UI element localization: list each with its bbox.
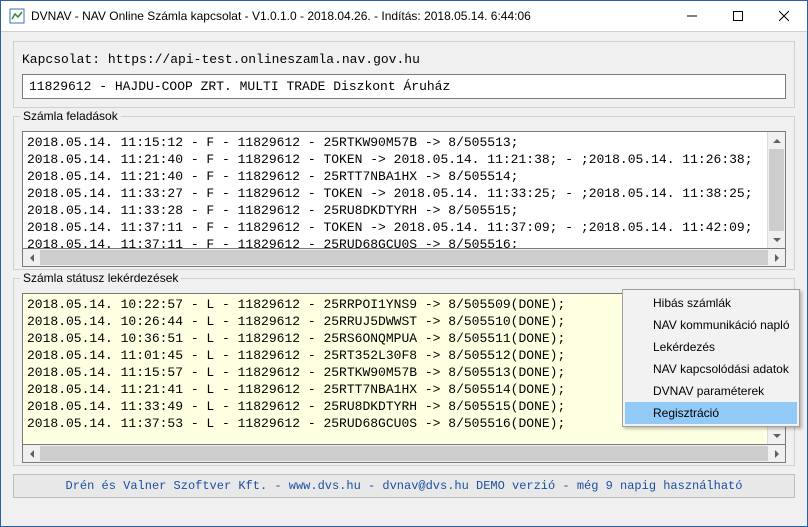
upload-vscrollbar[interactable] xyxy=(767,132,785,248)
app-icon xyxy=(9,8,25,24)
company-box: 11829612 - HAJDU-COOP ZRT. MULTI TRADE D… xyxy=(22,74,786,99)
connection-group: Kapcsolat: https://api-test.onlineszamla… xyxy=(13,41,795,108)
status-hscrollbar[interactable] xyxy=(22,445,786,463)
close-button[interactable] xyxy=(761,1,807,31)
menu-item[interactable]: NAV kommunikáció napló xyxy=(625,314,797,336)
scroll-down-icon[interactable] xyxy=(768,231,785,248)
footer-bar: Drén és Valner Szoftver Kft. - www.dvs.h… xyxy=(13,474,795,498)
scroll-thumb[interactable] xyxy=(40,250,768,265)
scroll-down-icon[interactable] xyxy=(768,427,785,444)
footer-text: Drén és Valner Szoftver Kft. - www.dvs.h… xyxy=(66,479,743,493)
menu-item[interactable]: Regisztráció xyxy=(625,402,797,424)
status-log-caption: Számla státusz lekérdezések xyxy=(20,271,181,285)
scroll-right-icon[interactable] xyxy=(768,445,785,462)
titlebar: DVNAV - NAV Online Számla kapcsolat - V1… xyxy=(1,1,807,32)
scroll-thumb[interactable] xyxy=(40,446,768,461)
upload-log-group: Számla feladások 2018.05.14. 11:15:12 - … xyxy=(13,116,795,270)
upload-hscrollbar[interactable] xyxy=(22,249,786,267)
menu-item[interactable]: Hibás számlák xyxy=(625,292,797,314)
content-area: Kapcsolat: https://api-test.onlineszamla… xyxy=(1,31,807,526)
scroll-right-icon[interactable] xyxy=(768,249,785,266)
menu-item[interactable]: Lekérdezés xyxy=(625,336,797,358)
connection-label: Kapcsolat: https://api-test.onlineszamla… xyxy=(22,52,420,67)
app-window: DVNAV - NAV Online Számla kapcsolat - V1… xyxy=(0,0,808,527)
company-text: 11829612 - HAJDU-COOP ZRT. MULTI TRADE D… xyxy=(29,79,450,94)
scroll-left-icon[interactable] xyxy=(23,249,40,266)
scroll-up-icon[interactable] xyxy=(768,132,785,149)
maximize-button[interactable] xyxy=(715,1,761,31)
context-menu: Hibás számlákNAV kommunikáció naplóLekér… xyxy=(622,289,800,427)
scroll-left-icon[interactable] xyxy=(23,445,40,462)
minimize-button[interactable] xyxy=(669,1,715,31)
menu-item[interactable]: NAV kapcsolódási adatok xyxy=(625,358,797,380)
menu-item[interactable]: DVNAV paraméterek xyxy=(625,380,797,402)
window-title: DVNAV - NAV Online Számla kapcsolat - V1… xyxy=(31,9,669,23)
upload-log-box[interactable]: 2018.05.14. 11:15:12 - F - 11829612 - 25… xyxy=(22,131,786,249)
upload-log-caption: Számla feladások xyxy=(20,109,121,123)
scroll-thumb[interactable] xyxy=(769,149,784,239)
upload-log-lines: 2018.05.14. 11:15:12 - F - 11829612 - 25… xyxy=(23,132,785,249)
